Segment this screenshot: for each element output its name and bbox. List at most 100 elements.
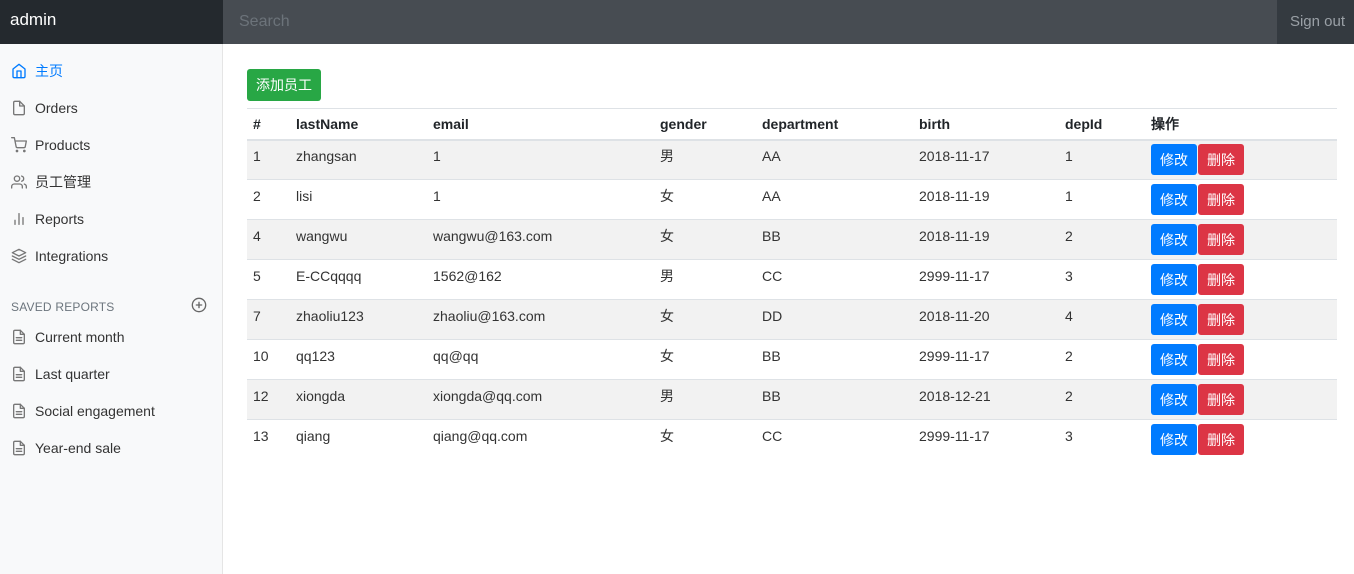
- column-header-depid: depId: [1059, 108, 1145, 141]
- department-cell: AA: [756, 139, 913, 180]
- column-header-id: #: [247, 108, 290, 141]
- cell-text: 女: [660, 187, 674, 204]
- sidebar-item-reports[interactable]: Reports: [0, 204, 222, 234]
- id-cell: 2: [247, 179, 290, 220]
- gender-cell: 男: [654, 259, 756, 300]
- delete-button[interactable]: 删除: [1198, 384, 1244, 415]
- birth-cell: 2018-11-17: [913, 139, 1059, 180]
- sidebar-item-integrations[interactable]: Integrations: [0, 241, 222, 271]
- edit-button[interactable]: 修改: [1151, 224, 1197, 255]
- saved-report-current-month[interactable]: Current month: [0, 322, 222, 352]
- email-cell: zhaoliu@163.com: [427, 299, 654, 340]
- cell-text: 2: [1065, 347, 1073, 364]
- delete-button[interactable]: 删除: [1198, 264, 1244, 295]
- table-row: 2 lisi 1 女 AA 2018-11-19 1 修改 删除: [247, 179, 1337, 220]
- lastname-cell: qiang: [290, 419, 427, 460]
- gender-cell: 女: [654, 179, 756, 220]
- plus-circle-icon[interactable]: [191, 297, 207, 313]
- birth-cell: 2999-11-17: [913, 259, 1059, 300]
- sign-out-link[interactable]: Sign out: [1277, 0, 1354, 44]
- edit-button[interactable]: 修改: [1151, 264, 1197, 295]
- department-cell: BB: [756, 379, 913, 420]
- lastname-cell: qq123: [290, 339, 427, 380]
- birth-cell: 2018-11-19: [913, 179, 1059, 220]
- cell-text: 2018-11-19: [919, 187, 990, 204]
- email-cell: 1: [427, 139, 654, 180]
- depid-cell: 3: [1059, 419, 1145, 460]
- saved-report-label: Current month: [35, 329, 125, 345]
- id-cell: 4: [247, 219, 290, 260]
- cell-text: qiang: [296, 427, 331, 444]
- saved-report-last-quarter[interactable]: Last quarter: [0, 359, 222, 389]
- file-text-icon: [11, 440, 27, 456]
- email-cell: xiongda@qq.com: [427, 379, 654, 420]
- brand-logo[interactable]: admin: [0, 0, 223, 44]
- table-row: 1 zhangsan 1 男 AA 2018-11-17 1 修改 删除: [247, 139, 1337, 180]
- cell-text: 女: [660, 427, 674, 444]
- cell-text: 2999-11-17: [919, 267, 990, 284]
- sidebar-item-label: Reports: [35, 211, 85, 227]
- delete-button[interactable]: 删除: [1198, 144, 1244, 176]
- saved-report-label: Year-end sale: [35, 440, 121, 456]
- cell-text: 男: [660, 267, 674, 284]
- birth-cell: 2999-11-17: [913, 339, 1059, 380]
- actions-cell: 修改 删除: [1145, 219, 1337, 260]
- edit-button[interactable]: 修改: [1151, 344, 1197, 375]
- top-navbar: admin Sign out: [0, 0, 1354, 44]
- department-cell: CC: [756, 259, 913, 300]
- id-cell: 10: [247, 339, 290, 380]
- actions-cell: 修改 删除: [1145, 379, 1337, 420]
- edit-button[interactable]: 修改: [1151, 184, 1197, 215]
- delete-button[interactable]: 删除: [1198, 184, 1244, 215]
- employee-table: # lastName email gender department birth…: [247, 108, 1337, 460]
- department-cell: BB: [756, 339, 913, 380]
- column-header-lastname: lastName: [290, 108, 427, 141]
- email-cell: 1562@162: [427, 259, 654, 300]
- cell-text: BB: [762, 387, 781, 404]
- email-cell: 1: [427, 179, 654, 220]
- table-row: 5 E-CCqqqq 1562@162 男 CC 2999-11-17 3 修改 删除: [247, 259, 1337, 300]
- cell-text: 女: [660, 227, 674, 244]
- gender-cell: 女: [654, 419, 756, 460]
- actions-cell: 修改 删除: [1145, 339, 1337, 380]
- sidebar-item-label: 主页: [35, 63, 63, 79]
- cell-text: 2018-11-17: [919, 147, 990, 164]
- department-cell: AA: [756, 179, 913, 220]
- delete-button[interactable]: 删除: [1198, 224, 1244, 255]
- actions-cell: 修改 删除: [1145, 259, 1337, 300]
- file-text-icon: [11, 329, 27, 345]
- gender-cell: 女: [654, 299, 756, 340]
- department-cell: DD: [756, 299, 913, 340]
- cell-text: 女: [660, 307, 674, 324]
- edit-button[interactable]: 修改: [1151, 304, 1197, 335]
- delete-button[interactable]: 删除: [1198, 344, 1244, 375]
- cell-text: CC: [762, 267, 783, 284]
- cell-text: qiang@qq.com: [433, 427, 528, 444]
- cell-text: 12: [253, 387, 269, 404]
- sidebar-item-home[interactable]: 主页: [0, 56, 222, 86]
- saved-report-year-end-sale[interactable]: Year-end sale: [0, 433, 222, 463]
- bar-chart-icon: [11, 211, 27, 227]
- column-header-gender: gender: [654, 108, 756, 141]
- table-row: 7 zhaoliu123 zhaoliu@163.com 女 DD 2018-11-20 4…: [247, 299, 1337, 340]
- depid-cell: 2: [1059, 219, 1145, 260]
- sidebar-item-orders[interactable]: Orders: [0, 93, 222, 123]
- depid-cell: 2: [1059, 339, 1145, 380]
- lastname-cell: lisi: [290, 179, 427, 220]
- edit-button[interactable]: 修改: [1151, 424, 1197, 456]
- delete-button[interactable]: 删除: [1198, 424, 1244, 456]
- sidebar-item-products[interactable]: Products: [0, 130, 222, 160]
- sidebar: 主页 Orders Products 员工管理 Reports Integrat…: [0, 44, 223, 574]
- add-employee-button[interactable]: 添加员工: [247, 69, 321, 101]
- edit-button[interactable]: 修改: [1151, 384, 1197, 415]
- saved-report-social-engagement[interactable]: Social engagement: [0, 396, 222, 426]
- search-input[interactable]: [223, 0, 1277, 44]
- table-row: 13 qiang qiang@qq.com 女 CC 2999-11-17 3 修改 删除: [247, 419, 1337, 460]
- birth-cell: 2999-11-17: [913, 419, 1059, 460]
- cell-text: BB: [762, 227, 781, 244]
- sidebar-item-employees[interactable]: 员工管理: [0, 167, 222, 197]
- cell-text: 3: [1065, 427, 1073, 444]
- delete-button[interactable]: 删除: [1198, 304, 1244, 335]
- gender-cell: 女: [654, 339, 756, 380]
- edit-button[interactable]: 修改: [1151, 144, 1197, 176]
